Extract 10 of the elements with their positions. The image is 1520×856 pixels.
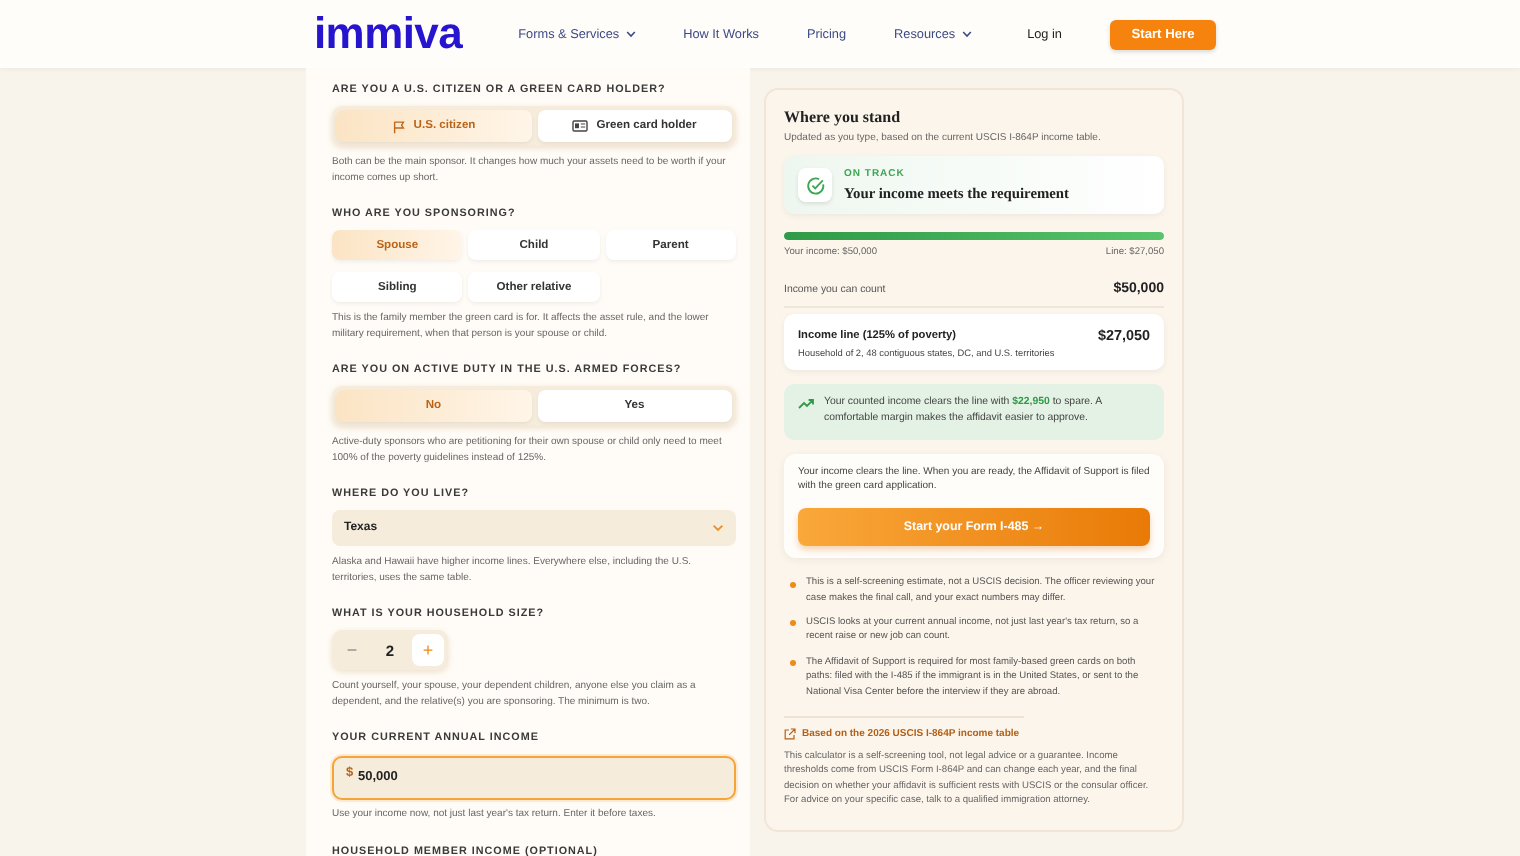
bullet-icon [790,581,796,588]
bullet-icon [790,620,796,627]
flag-icon [391,119,406,133]
external-link-icon [784,728,796,741]
trend-up-icon [798,398,814,410]
bullet-icon [790,660,796,667]
panel-title: Where you stand [784,108,903,126]
logo[interactable]: immiva [314,12,463,56]
chevron-icon [712,524,724,532]
id-card-icon [572,120,589,132]
